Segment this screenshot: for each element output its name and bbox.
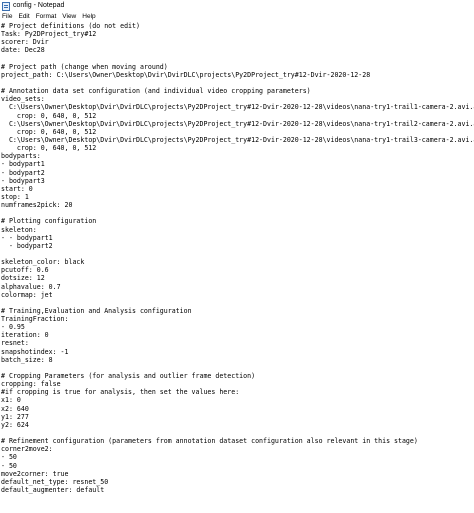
menu-format[interactable]: Format — [33, 12, 60, 22]
text-line: scorer: Dvir — [1, 38, 49, 47]
text-line: snapshotindex: -1 — [1, 347, 69, 356]
text-line: skeleton: — [1, 225, 37, 234]
text-line: project_path: C:\Users\Owner\Desktop\Dvi… — [1, 70, 371, 79]
text-line: bodyparts: — [1, 152, 41, 161]
text-line: start: 0 — [1, 184, 33, 193]
text-line: - bodypart3 — [1, 176, 45, 185]
text-line: colormap: jet — [1, 290, 53, 299]
text-line: pcutoff: 0.6 — [1, 266, 49, 275]
document-text: # Project definitions (do not edit) Task:… — [0, 22, 474, 494]
text-line: y1: 277 — [1, 412, 29, 421]
text-line: crop: 0, 640, 0, 512 — [1, 144, 97, 153]
text-line: # Project path (change when moving aroun… — [1, 62, 168, 71]
text-line: C:\Users\Owner\Desktop\Dvir\DvirDLC\proj… — [1, 119, 474, 128]
text-line: - 50 — [1, 461, 17, 470]
menu-view[interactable]: View — [59, 12, 79, 22]
text-line: alphavalue: 0.7 — [1, 282, 61, 291]
title-bar: config - Notepad — [0, 0, 474, 12]
text-line: batch_size: 8 — [1, 355, 53, 364]
text-line: numframes2pick: 20 — [1, 201, 73, 210]
text-line: # Plotting configuration — [1, 217, 97, 226]
text-line: TrainingFraction: — [1, 315, 69, 324]
text-line: cropping: false — [1, 380, 61, 389]
text-line: stop: 1 — [1, 192, 29, 201]
text-line: date: Dec28 — [1, 46, 45, 55]
text-line: # Refinement configuration (parameters f… — [1, 437, 418, 446]
text-line — [1, 364, 474, 372]
notepad-icon — [2, 1, 10, 11]
text-line: # Project definitions (do not edit) — [1, 22, 140, 30]
text-line: # Cropping Parameters (for analysis and … — [1, 372, 256, 381]
text-line: crop: 0, 640, 0, 512 — [1, 127, 97, 136]
text-editor-area[interactable]: # Project definitions (do not edit) Task:… — [0, 22, 474, 513]
text-line: - - bodypart1 — [1, 233, 53, 242]
text-line: C:\Users\Owner\Desktop\Dvir\DvirDLC\proj… — [1, 103, 474, 112]
text-line: # Training,Evaluation and Analysis confi… — [1, 306, 192, 315]
text-line: move2corner: true — [1, 469, 69, 478]
text-line: - 0.95 — [1, 323, 25, 332]
window-title: config - Notepad — [13, 2, 65, 9]
text-line: - 50 — [1, 453, 17, 462]
menu-help[interactable]: Help — [79, 12, 98, 22]
menu-edit[interactable]: Edit — [15, 12, 32, 22]
text-line — [1, 429, 474, 437]
text-line: crop: 0, 640, 0, 512 — [1, 111, 97, 120]
text-line: iteration: 0 — [1, 331, 49, 340]
menu-file[interactable]: File — [0, 12, 15, 22]
text-line: # Annotation data set configuration (and… — [1, 87, 311, 96]
text-line: - bodypart2 — [1, 241, 53, 250]
text-line: y2: 624 — [1, 420, 29, 429]
text-line: video_sets: — [1, 95, 45, 104]
text-line: x1: 0 — [1, 396, 21, 405]
text-line — [1, 55, 474, 63]
text-line: C:\Users\Owner\Desktop\Dvir\DvirDLC\proj… — [1, 135, 474, 144]
text-line: Task: Py2DProject_try#12 — [1, 30, 97, 39]
text-line — [1, 79, 474, 87]
text-line: skeleton_color: black — [1, 258, 85, 267]
text-line: - bodypart2 — [1, 168, 45, 177]
text-line: - bodypart1 — [1, 160, 45, 169]
text-line: resnet: — [1, 339, 29, 348]
text-line: dotsize: 12 — [1, 274, 45, 283]
text-line: default_net_type: resnet_50 — [1, 477, 109, 486]
text-line: x2: 640 — [1, 404, 29, 413]
text-line — [1, 299, 474, 307]
text-line — [1, 250, 474, 258]
text-line: #if cropping is true for analysis, then … — [1, 388, 240, 397]
text-line: corner2move2: — [1, 445, 53, 454]
text-line: default_augmenter: default — [1, 486, 105, 495]
text-line — [1, 209, 474, 217]
